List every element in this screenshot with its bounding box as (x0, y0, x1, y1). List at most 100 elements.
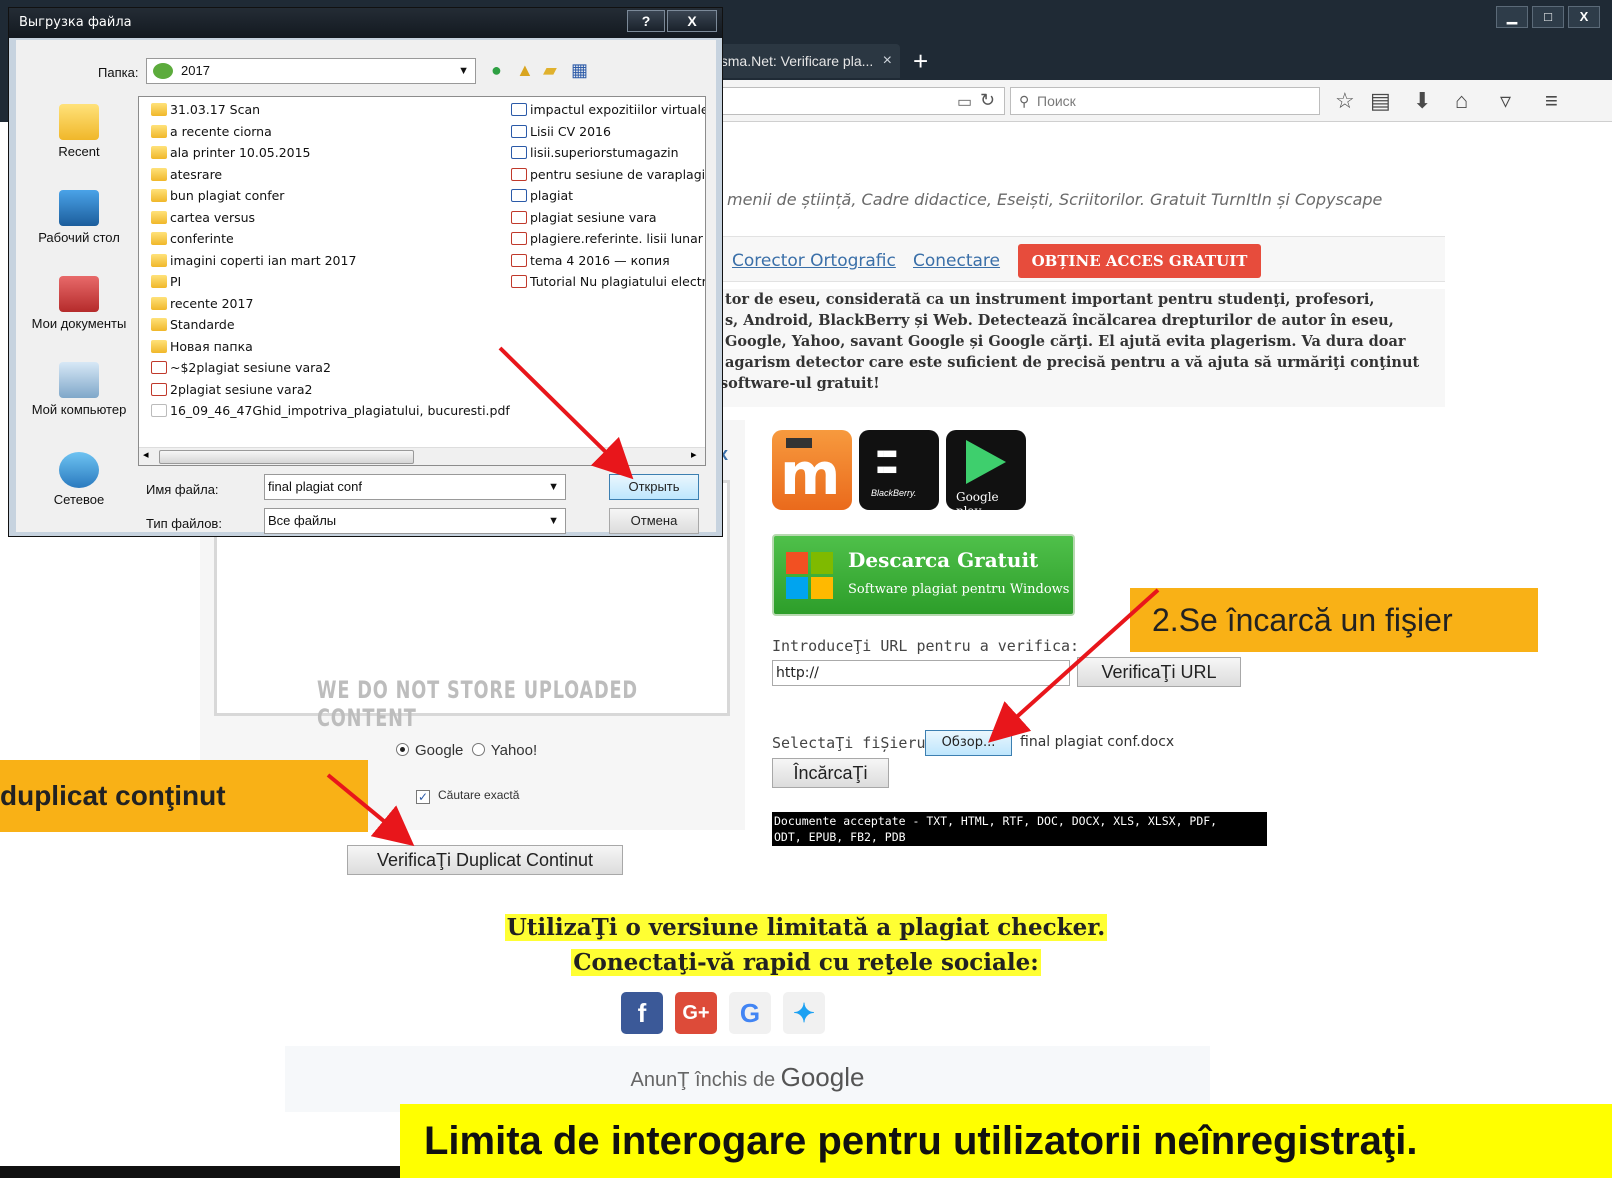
dialog-help-button[interactable]: ? (627, 10, 665, 32)
reload-icon[interactable]: ↻ (980, 90, 995, 111)
folder-icon (153, 63, 173, 79)
url-bar[interactable]: ▭ ↻ (705, 87, 1005, 115)
menu-link-login[interactable]: Conectare (913, 251, 1000, 271)
file-list-item[interactable]: recente 2017 (151, 293, 253, 314)
chevron-down-icon[interactable]: ▼ (548, 475, 559, 499)
twitter-icon[interactable]: ✦ (783, 992, 825, 1034)
radio-yahoo[interactable] (471, 743, 485, 756)
blackberry-icon[interactable]: ▪▪▪ ▪▪▪ BlackBerry. (859, 430, 939, 510)
file-list-item[interactable]: conferinte (151, 228, 234, 249)
tab-close-icon[interactable]: × (883, 44, 892, 78)
places-bar: Recent Рабочий стол Мои документы Мой ко… (23, 94, 135, 524)
browser-tab[interactable]: risma.Net: Verificare pla... × (705, 44, 900, 78)
menu-link-spellcheck[interactable]: Corector Ortografic (732, 251, 896, 271)
scroll-right-icon[interactable]: ▸ (691, 448, 697, 461)
file-list-item[interactable]: 16_09_46_47Ghid_impotriva_plagiatului, b… (151, 400, 510, 421)
file-list-item[interactable]: Standarde (151, 314, 235, 335)
file-list-item[interactable]: 31.03.17 Scan (151, 99, 260, 120)
place-desktop[interactable]: Рабочий стол (23, 190, 135, 245)
file-name: 2plagiat sesiune vara2 (170, 381, 313, 397)
place-label: Recent (58, 144, 100, 159)
window-controls: ▁ □ X (1496, 6, 1612, 28)
place-computer[interactable]: Мой компьютер (23, 362, 135, 417)
cancel-button[interactable]: Отмена (609, 508, 699, 534)
file-list-item[interactable]: plagiere.referinte. lisii lunar (511, 228, 703, 249)
maximize-button[interactable]: □ (1532, 6, 1564, 28)
file-name: cartea versus (170, 209, 256, 225)
file-list-item[interactable]: impactul expozitiilor virtuale.l (511, 99, 705, 120)
word-document-icon (511, 124, 527, 138)
file-list-item[interactable]: Новая папка (151, 336, 253, 357)
file-list-item[interactable]: ala printer 10.05.2015 (151, 142, 311, 163)
close-window-button[interactable]: X (1568, 6, 1600, 28)
file-list: 31.03.17 Scan a recente ciorna ala printer… (138, 96, 706, 466)
file-upload-dialog: Выгрузка файла ? X Папка: 2017 ▼ ● ▲ ▰ ▦… (8, 7, 723, 537)
reader-view-icon[interactable]: ▭ (957, 92, 972, 112)
scroll-left-icon[interactable]: ◂ (143, 448, 149, 461)
facebook-icon[interactable]: f (621, 992, 663, 1034)
google-icon[interactable]: G (729, 992, 771, 1034)
filename-input[interactable]: final plagiat conf ▼ (264, 474, 566, 500)
filetype-select[interactable]: Все файлы ▼ (264, 508, 566, 534)
upload-button[interactable]: ÎncărcaŢi (772, 758, 889, 788)
tab-title: risma.Net: Verificare pla... (713, 53, 874, 69)
file-list-item[interactable]: plagiat sesiune vara (511, 207, 657, 228)
exact-search-checkbox[interactable]: ✓ (416, 790, 430, 804)
url-input[interactable]: http:// (772, 660, 1070, 686)
check-duplicate-button[interactable]: VerificaŢi Duplicat Continut (347, 845, 623, 875)
documents-icon (59, 276, 99, 312)
chevron-down-icon[interactable]: ▼ (548, 509, 559, 533)
up-folder-icon[interactable]: ▲ (516, 60, 534, 81)
file-list-item[interactable]: Tutorial Nu plagiatului electro (511, 271, 705, 292)
open-button[interactable]: Открыть (609, 474, 699, 500)
file-list-item[interactable]: 2plagiat sesiune vara2 (151, 379, 312, 400)
dialog-close-button[interactable]: X (667, 10, 717, 32)
radio-google[interactable] (396, 743, 409, 756)
file-list-item[interactable]: lisii.superiorstumagazin (511, 142, 679, 163)
place-network[interactable]: Сетевое (23, 452, 135, 507)
download-windows-button[interactable]: Descarca Gratuit Software plagiat pentru… (772, 534, 1075, 616)
free-access-button[interactable]: OBȚINE ACCES GRATUIT (1018, 244, 1261, 278)
place-recent[interactable]: Recent (23, 104, 135, 159)
download-icon[interactable]: ⬇ (1413, 88, 1431, 114)
scrollbar-thumb[interactable] (159, 450, 414, 464)
file-name: imagini coperti ian mart 2017 (170, 252, 357, 268)
file-list-item[interactable]: PI (151, 271, 181, 292)
limited-version-notice: UtilizaŢi o versiune limitată a plagiat … (0, 914, 1612, 976)
file-list-item[interactable]: atesrare (151, 164, 222, 185)
file-name: ala printer 10.05.2015 (170, 145, 311, 160)
minimize-button[interactable]: ▁ (1496, 6, 1528, 28)
file-list-item[interactable]: imagini coperti ian mart 2017 (151, 250, 356, 271)
back-icon[interactable]: ● (491, 60, 502, 81)
file-list-item[interactable]: bun plagiat confer (151, 185, 284, 206)
file-list-item[interactable]: cartea versus (151, 207, 255, 228)
check-url-button[interactable]: VerificaŢi URL (1077, 657, 1241, 687)
file-list-item[interactable]: tema 4 2016 — копия (511, 250, 670, 271)
view-menu-icon[interactable]: ▦ (571, 60, 588, 81)
google-plus-icon[interactable]: G+ (675, 992, 717, 1034)
pocket-icon[interactable]: ▿ (1500, 88, 1511, 114)
bookmark-star-icon[interactable]: ☆ (1335, 88, 1355, 114)
home-icon[interactable]: ⌂ (1455, 88, 1468, 114)
bookmarks-list-icon[interactable]: ▤ (1370, 88, 1391, 114)
file-list-item[interactable]: ~$2plagiat sesiune vara2 (151, 357, 331, 378)
chevron-down-icon: ▼ (458, 65, 469, 77)
browse-button[interactable]: Обзор... (925, 730, 1012, 756)
file-list-item[interactable]: Lisii CV 2016 (511, 121, 611, 142)
file-list-item[interactable]: plagiat (511, 185, 573, 206)
menu-icon[interactable]: ≡ (1545, 88, 1558, 114)
moodle-icon[interactable]: m (772, 430, 852, 510)
folder-select[interactable]: 2017 ▼ (146, 58, 476, 84)
file-list-item[interactable]: pentru sesiune de varaplagie (511, 164, 705, 185)
file-list-item[interactable]: a recente ciorna (151, 121, 272, 142)
horizontal-scrollbar[interactable]: ◂ ▸ (139, 447, 705, 465)
no-store-notice: WE DO NOT STORE UPLOADED CONTENT (317, 676, 638, 732)
new-tab-button[interactable]: + (913, 46, 928, 76)
new-folder-icon[interactable]: ▰ (543, 60, 557, 81)
file-label: SelectaŢi fiȘierul: (772, 734, 944, 752)
ad-google-word: Google (780, 1062, 865, 1092)
folder-icon (151, 103, 167, 116)
google-play-icon[interactable]: Google play (946, 430, 1026, 518)
place-documents[interactable]: Мои документы (23, 276, 135, 331)
search-input[interactable]: ⚲ Поиск (1010, 87, 1320, 115)
